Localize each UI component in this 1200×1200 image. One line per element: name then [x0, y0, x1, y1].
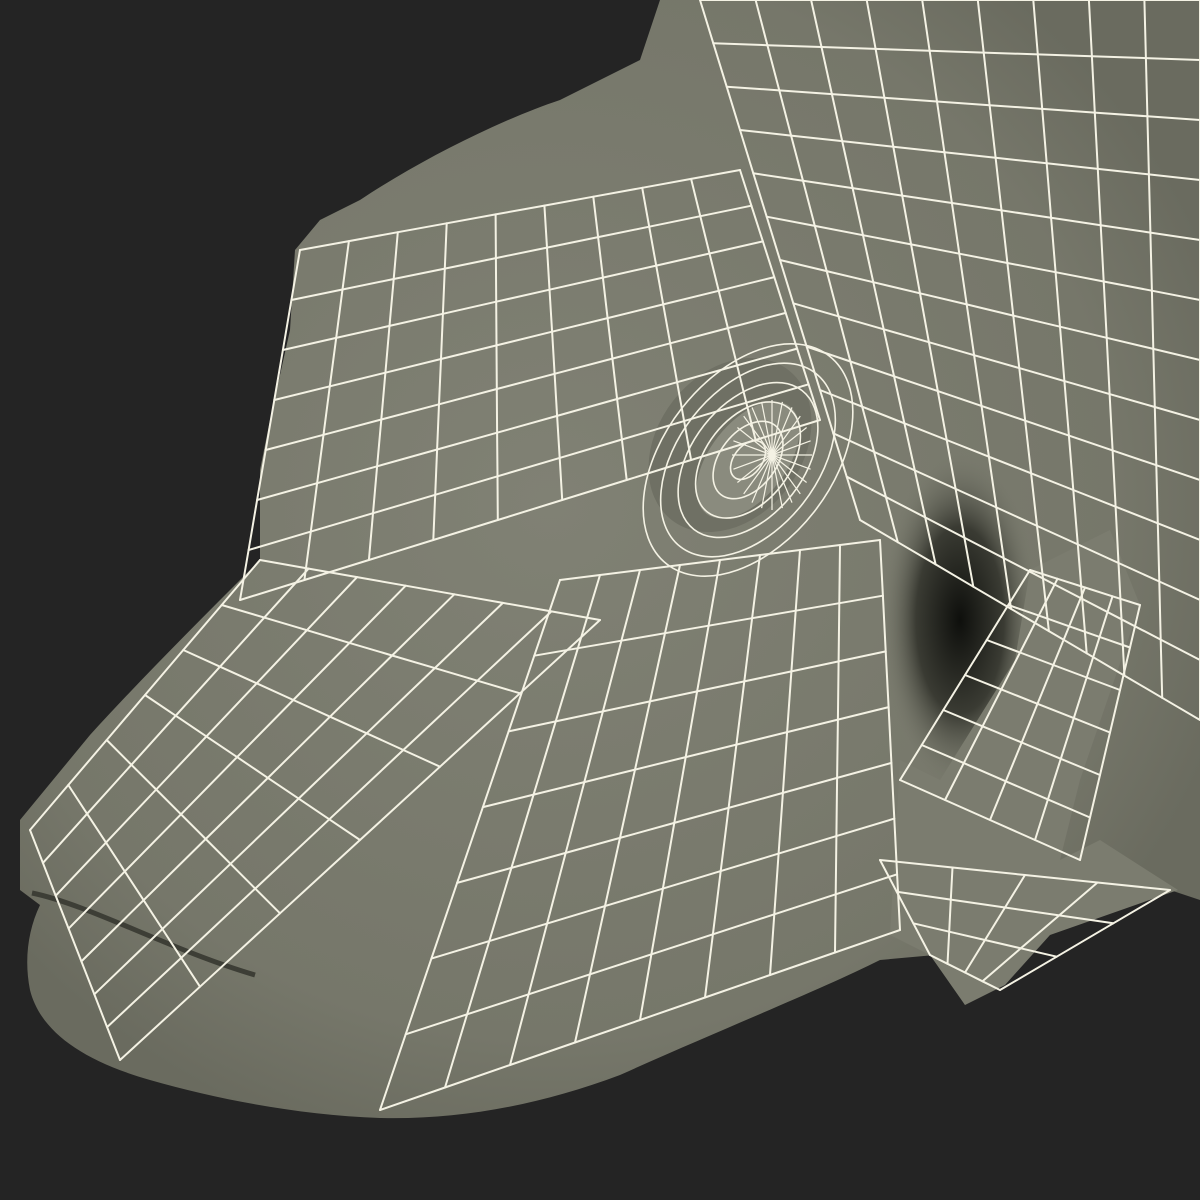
- fish-head-wireframe: [20, 0, 1200, 1119]
- render-viewport: [0, 0, 1200, 1200]
